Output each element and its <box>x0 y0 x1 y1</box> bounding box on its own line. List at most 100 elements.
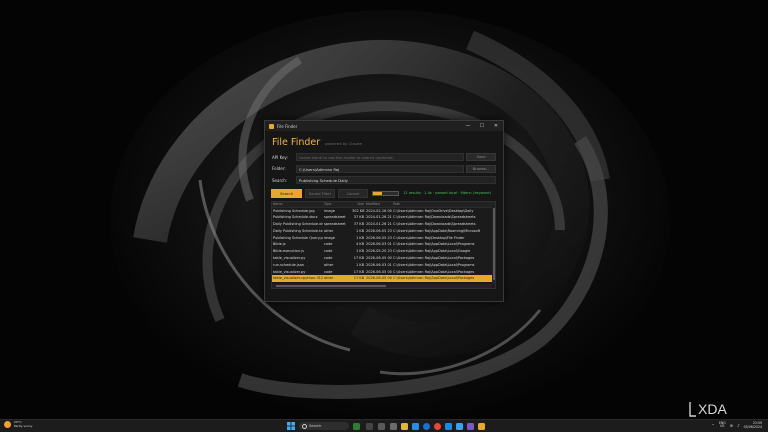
powered-by-label: powered by Claude <box>325 141 362 146</box>
cell-path: C:\Users\Adimran Raj\AppData\Local\Progr… <box>393 262 475 267</box>
cell-name: Daily Publishing Schedule.xlsx <box>273 222 323 227</box>
taskbar-search-label: Search <box>309 424 322 428</box>
status-text: 12 results · 1.4s · parsed local · filte… <box>403 191 491 195</box>
system-tray: ⌃ ENG US ≋ ♪ 23:09 05/06/2024 <box>711 421 762 429</box>
weather-desc: Partly sunny <box>14 423 33 428</box>
table-row[interactable]: table_visualizer.py code 17 KB 2026-06-05 0… <box>272 255 495 262</box>
store-icon[interactable] <box>412 422 419 430</box>
taskbar-search[interactable]: Search <box>299 422 349 430</box>
cell-path: C:\Users\Adimran Raj\AppData\Local\Googl… <box>393 249 471 254</box>
mail-icon[interactable] <box>445 422 452 430</box>
cell-modified: 2026-06-05 00:15 <box>366 276 392 281</box>
task-view-icon[interactable] <box>366 422 373 430</box>
cell-size: 17 KB <box>353 269 364 274</box>
file-finder-taskbar-icon[interactable] <box>478 422 485 430</box>
cell-type: spreadsheet <box>324 215 346 220</box>
browse-button[interactable]: Browse... <box>466 164 496 173</box>
cell-modified: 2026-06-05 00:14 <box>366 269 392 274</box>
horizontal-scrollbar[interactable] <box>272 283 492 288</box>
cell-name: table_visualizer.py <box>273 256 306 261</box>
cell-size: 37 KB <box>353 222 364 227</box>
telegram-icon[interactable] <box>456 422 463 430</box>
chrome-icon[interactable] <box>434 422 441 430</box>
table-row[interactable]: Daily Publishing Schedule.xlsx spreadshee… <box>272 221 495 228</box>
cell-path: C:\Users\Adimran Raj\OneDrive\Desktop\Da… <box>393 208 474 213</box>
cell-name: run-schedule.json <box>273 262 305 267</box>
clock[interactable]: 23:09 05/06/2024 <box>744 421 762 429</box>
cell-path: C:\Users\Adimran Raj\AppData\Local\Packa… <box>393 269 475 274</box>
table-row[interactable]: Publishing Schedule.jpg image 302 KB 2024-0… <box>272 208 495 215</box>
table-row[interactable]: Bible-execution.js code 1 KB2026-05-20 23:… <box>272 248 495 255</box>
search-label: Search: <box>272 177 288 183</box>
api-key-row: API Key: Leave blank to use the model to… <box>272 153 496 162</box>
cell-modified: 2024-02-16 00:08 <box>366 208 392 213</box>
cell-name: Publishing Schedule.docx <box>273 215 318 220</box>
cell-path: C:\Users\Adimran Raj\AppData\Local\Packa… <box>393 256 475 261</box>
cell-size: 17 KB <box>353 256 364 261</box>
widgets-icon[interactable] <box>378 422 385 430</box>
app-taskbar-icon[interactable] <box>467 422 474 430</box>
table-row[interactable]: table_visualizer.cpython-312.pycother 17 … <box>272 275 495 283</box>
col-path[interactable]: Path <box>392 202 493 207</box>
results-table: Name Type Size Modified Path Publishing … <box>271 200 496 289</box>
minimize-button[interactable]: — <box>461 121 475 131</box>
vertical-scrollbar[interactable] <box>492 201 495 284</box>
chevron-up-icon[interactable]: ⌃ <box>711 423 714 428</box>
cell-type: code <box>324 256 333 261</box>
app-icon <box>269 123 274 129</box>
saved-filter-button[interactable]: Saved Filter <box>305 188 335 198</box>
col-name[interactable]: Name <box>272 202 323 207</box>
windows-start-icon[interactable] <box>287 422 295 430</box>
volume-icon[interactable]: ♪ <box>737 423 740 428</box>
col-size[interactable]: Size <box>352 202 365 207</box>
file-explorer-icon[interactable] <box>401 422 408 430</box>
maximize-button[interactable]: ☐ <box>475 121 489 131</box>
horizontal-scroll-thumb[interactable] <box>276 284 386 287</box>
search-input[interactable]: Publishing Schedule Daily <box>296 176 496 184</box>
edge-icon[interactable] <box>423 422 430 430</box>
cell-modified: 2026-06-03 01:11 <box>366 262 392 267</box>
window-title: File Finder <box>277 123 298 129</box>
window-titlebar[interactable]: File Finder — ☐ ✕ <box>265 121 503 131</box>
clock-date: 05/06/2024 <box>743 425 762 430</box>
col-modified[interactable]: Modified <box>365 202 392 207</box>
search-button[interactable]: Search <box>271 188 302 198</box>
vertical-scroll-thumb[interactable] <box>492 207 495 280</box>
cell-name: table_visualizer.py <box>273 269 306 274</box>
cell-size: 302 KB <box>352 208 365 213</box>
cell-modified: 2024-01-26 21:57 <box>366 215 392 220</box>
folder-input[interactable]: C:\Users\Adimran Raj <box>296 164 464 173</box>
app-title: File Finder <box>272 137 321 148</box>
cell-path: C:\Users\Adimran Raj\AppData\Roaming\Mic… <box>393 228 481 233</box>
cell-size: 1 KB <box>355 249 364 254</box>
table-row[interactable]: run-schedule.json other 1 KB2026-06-03 01:… <box>272 262 495 269</box>
close-button[interactable]: ✕ <box>489 121 503 131</box>
cancel-button[interactable]: Cancel <box>338 188 368 198</box>
cell-path: C:\Users\Adimran Raj\Downloads\Spreadshe… <box>393 215 476 220</box>
xda-logo: XDA <box>689 401 727 417</box>
copilot-icon[interactable] <box>353 422 360 430</box>
cell-modified: 2026-05-20 23:04 <box>366 249 392 254</box>
wifi-icon[interactable]: ≋ <box>730 423 733 428</box>
cell-size: 1 KB <box>355 262 364 267</box>
cell-type: code <box>324 249 333 254</box>
cell-path: C:\Users\Adimran Raj\AppData\Local\Packa… <box>393 276 475 281</box>
cell-size: 4 KB <box>355 242 364 247</box>
cell-modified: 2026-06-03 01:11 <box>366 242 392 247</box>
cell-type: other <box>324 262 334 267</box>
table-row[interactable]: table_visualizer.py code 17 KB 2026-06-05 0… <box>272 269 495 276</box>
col-type[interactable]: Type <box>323 202 352 207</box>
weather-widget[interactable]: 20°C Partly sunny <box>4 420 33 429</box>
table-row[interactable]: Publishing Schedule.docx spreadsheet 37 KB… <box>272 214 495 221</box>
save-button[interactable]: Save <box>466 153 496 161</box>
table-row[interactable]: Bible.js code 4 KB2026-06-03 01:11C:\Users… <box>272 241 495 248</box>
cell-modified: 2026-06-05 00:14 <box>366 256 392 261</box>
chat-icon[interactable] <box>390 422 397 430</box>
table-row[interactable]: Publishing Schedule Query.png image 1 KB 20… <box>272 235 495 242</box>
cell-name: table_visualizer.cpython-312.pyc <box>273 276 323 281</box>
cell-size: 37 KB <box>353 215 364 220</box>
table-row[interactable]: Daily Publishing Schedule.txt other 1 KB 20… <box>272 228 495 235</box>
cell-type: image <box>324 235 335 240</box>
language-indicator[interactable]: ENG US <box>719 421 726 429</box>
api-key-input[interactable]: Leave blank to use the model to search (… <box>296 153 464 161</box>
